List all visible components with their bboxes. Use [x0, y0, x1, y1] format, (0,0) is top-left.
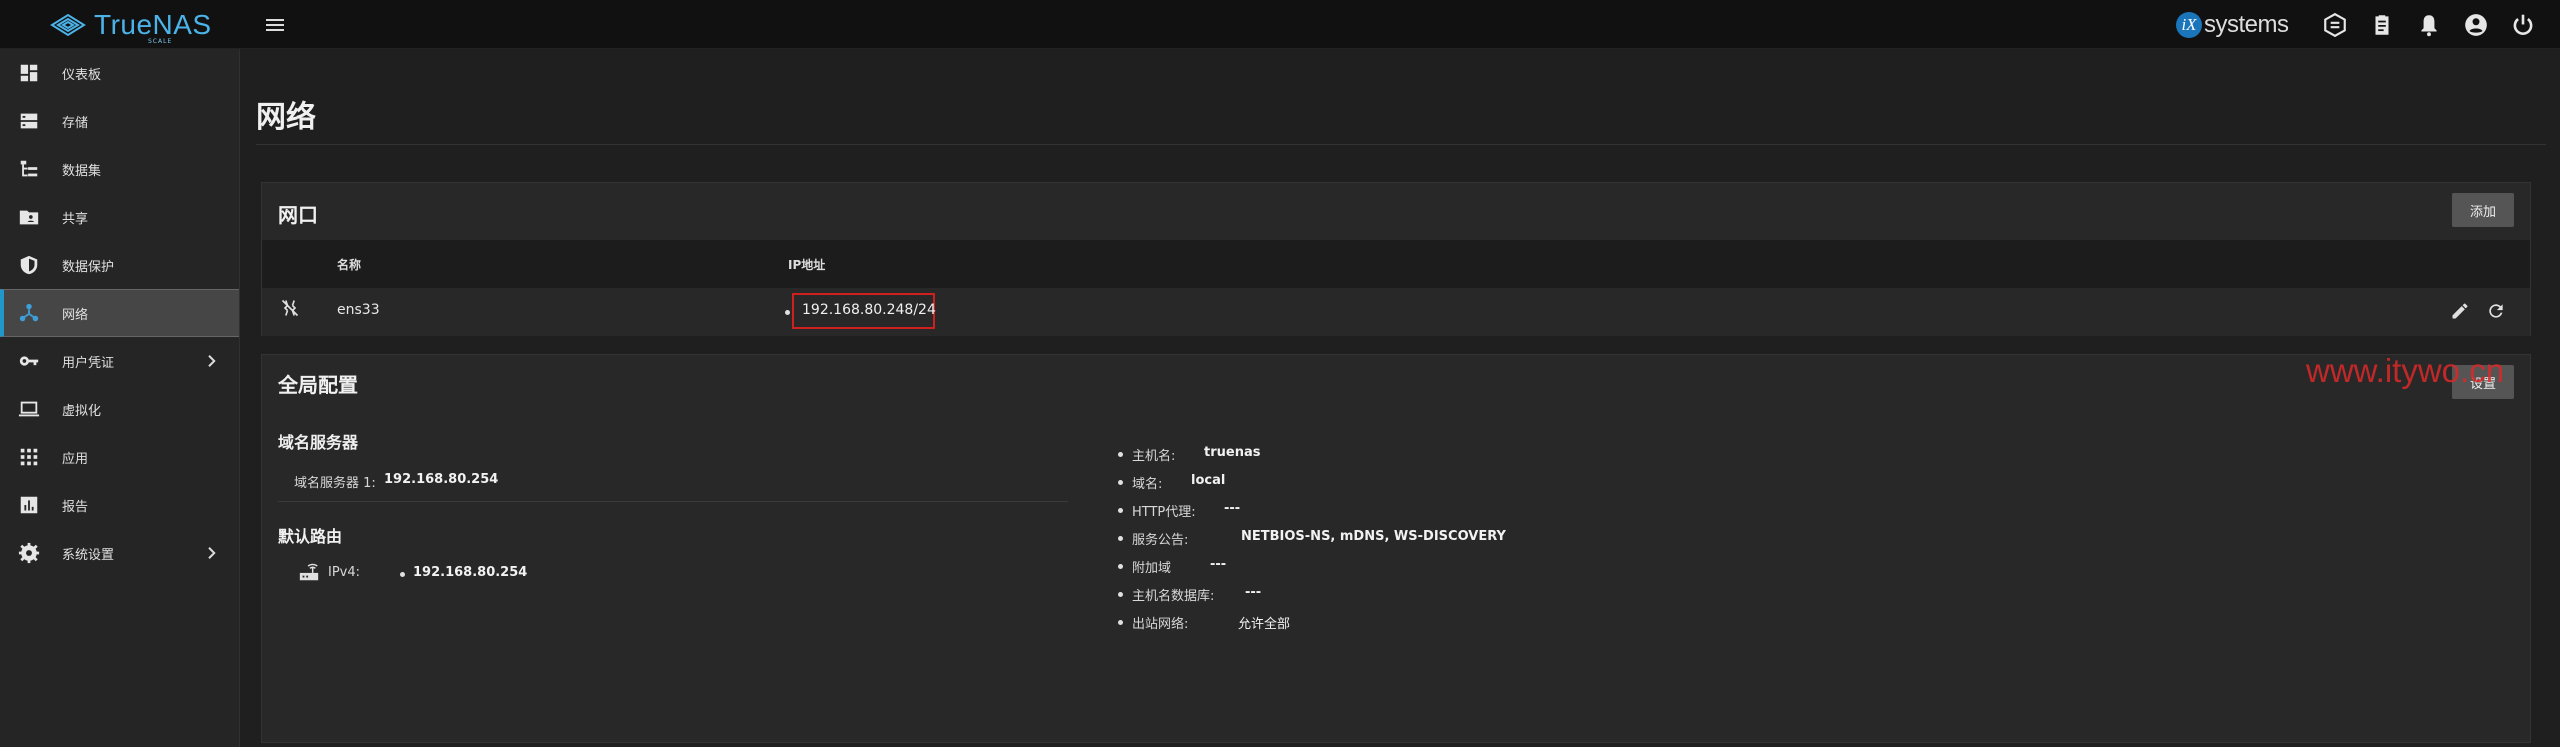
brand-name: TrueNAS [94, 9, 212, 40]
detail-value: 允许全部 [1238, 617, 1291, 632]
truenas-logo[interactable]: TrueNAS SCALE [48, 8, 212, 45]
route-label: IPv4: [328, 565, 361, 580]
apps-grid-icon [20, 448, 38, 466]
section-divider [278, 501, 1068, 502]
sidebar-nav: 仪表板 存储 数据集 共享 数据保护 网络 用户凭证 虚拟化 应用 报告 系统设… [0, 49, 240, 747]
global-config-card: 全局配置 设置 域名服务器 域名服务器 1: 192.168.80.254 默认… [261, 354, 2531, 743]
account-icon[interactable] [2463, 12, 2489, 38]
column-header-ip: IP地址 [788, 258, 826, 272]
watermark-text: www.itywo.cn [2306, 352, 2505, 389]
dashboard-icon [20, 64, 38, 82]
detail-label: 主机名数据库: [1132, 589, 1215, 604]
detail-label: HTTP代理: [1132, 505, 1196, 520]
clipboard-icon[interactable] [2369, 12, 2395, 38]
interfaces-title: 网口 [278, 203, 318, 227]
folder-share-icon [19, 210, 39, 225]
detail-value: NETBIOS-NS, mDNS, WS-DISCOVERY [1241, 529, 1506, 544]
title-divider [256, 144, 2546, 145]
sidebar-item-label: 共享 [62, 211, 89, 227]
refresh-icon[interactable] [2486, 301, 2506, 321]
list-bullet [1118, 592, 1123, 597]
page-title: 网络 [256, 100, 316, 135]
sidebar-item-label: 用户凭证 [62, 355, 115, 371]
interface-name: ens33 [337, 302, 380, 318]
list-bullet [1118, 452, 1123, 457]
chevron-right-icon [208, 355, 216, 367]
router-icon [299, 563, 319, 581]
key-icon [19, 356, 39, 366]
detail-value: truenas [1204, 445, 1261, 460]
sidebar-item-dashboard[interactable]: 仪表板 [0, 49, 239, 97]
sidebar-item-apps[interactable]: 应用 [0, 433, 239, 481]
sidebar-item-shares[interactable]: 共享 [0, 193, 239, 241]
ix-badge: iX [2176, 12, 2202, 38]
detail-label: 附加域 [1132, 561, 1172, 576]
list-bullet [1118, 564, 1123, 569]
list-bullet [1118, 508, 1123, 513]
detail-label: 服务公告: [1132, 533, 1189, 548]
sidebar-item-label: 数据集 [62, 163, 102, 179]
sidebar-item-label: 报告 [62, 499, 89, 515]
brand-edition: SCALE [148, 38, 173, 45]
sidebar-item-label: 应用 [62, 451, 89, 467]
list-bullet [785, 310, 790, 315]
shield-icon [20, 255, 38, 275]
bell-icon[interactable] [2416, 12, 2442, 38]
list-bullet [400, 572, 405, 577]
default-route-heading: 默认路由 [278, 527, 343, 546]
laptop-icon [18, 401, 40, 417]
add-interface-button[interactable]: 添加 [2452, 193, 2514, 227]
dns-value: 192.168.80.254 [384, 472, 499, 487]
sidebar-item-network[interactable]: 网络 [0, 289, 239, 337]
sidebar-item-label: 网络 [62, 307, 89, 323]
ixsystems-logo[interactable]: iX systems [2176, 8, 2289, 42]
edit-pencil-icon[interactable] [2450, 301, 2470, 321]
detail-value: --- [1245, 585, 1262, 600]
detail-value: --- [1224, 501, 1241, 516]
dns-label: 域名服务器 1: [294, 476, 376, 491]
column-header-name: 名称 [337, 258, 362, 272]
sidebar-item-label: 数据保护 [62, 259, 115, 275]
interface-ip: 192.168.80.248/24 [802, 302, 936, 318]
sidebar-item-label: 系统设置 [62, 547, 115, 563]
truenas-logo-icon [50, 13, 86, 37]
sidebar-item-virtualization[interactable]: 虚拟化 [0, 385, 239, 433]
sidebar-item-label: 仪表板 [62, 67, 102, 83]
chevron-right-icon [208, 547, 216, 559]
sidebar-item-reporting[interactable]: 报告 [0, 481, 239, 529]
bar-chart-icon [20, 496, 38, 514]
sidebar-item-data-protection[interactable]: 数据保护 [0, 241, 239, 289]
list-bullet [1118, 480, 1123, 485]
sidebar-item-system-settings[interactable]: 系统设置 [0, 529, 239, 577]
interfaces-table-header: 名称 IP地址 [262, 240, 2530, 288]
global-config-title: 全局配置 [278, 373, 358, 397]
sidebar-item-datasets[interactable]: 数据集 [0, 145, 239, 193]
detail-label: 出站网络: [1132, 617, 1189, 632]
table-row[interactable]: ens33 192.168.80.248/24 [262, 288, 2530, 336]
ix-text: systems [2204, 11, 2289, 38]
truecommand-icon[interactable] [2322, 12, 2348, 38]
list-bullet [1118, 536, 1123, 541]
detail-value: --- [1210, 557, 1227, 572]
storage-icon [20, 113, 38, 129]
network-icon [19, 303, 39, 322]
detail-value: local [1191, 473, 1226, 488]
list-bullet [1118, 620, 1123, 625]
link-off-icon [281, 299, 299, 317]
sidebar-item-credentials[interactable]: 用户凭证 [0, 337, 239, 385]
top-toolbar: TrueNAS SCALE iX systems [0, 0, 2560, 49]
sidebar-item-storage[interactable]: 存储 [0, 97, 239, 145]
menu-toggle-icon[interactable] [262, 13, 288, 37]
dataset-tree-icon [20, 160, 38, 177]
route-value: 192.168.80.254 [413, 565, 528, 580]
gear-icon [18, 542, 40, 564]
detail-label: 主机名: [1132, 449, 1176, 464]
detail-label: 域名: [1132, 477, 1163, 492]
sidebar-item-label: 存储 [62, 115, 89, 131]
sidebar-item-label: 虚拟化 [62, 403, 102, 419]
power-icon[interactable] [2510, 12, 2536, 38]
dns-heading: 域名服务器 [278, 433, 359, 452]
main-content: 网络 网口 添加 名称 IP地址 ens33 192.168.80.248/24 [240, 49, 2560, 747]
interfaces-card: 网口 添加 名称 IP地址 ens33 192.168.80.248/24 [261, 182, 2531, 336]
